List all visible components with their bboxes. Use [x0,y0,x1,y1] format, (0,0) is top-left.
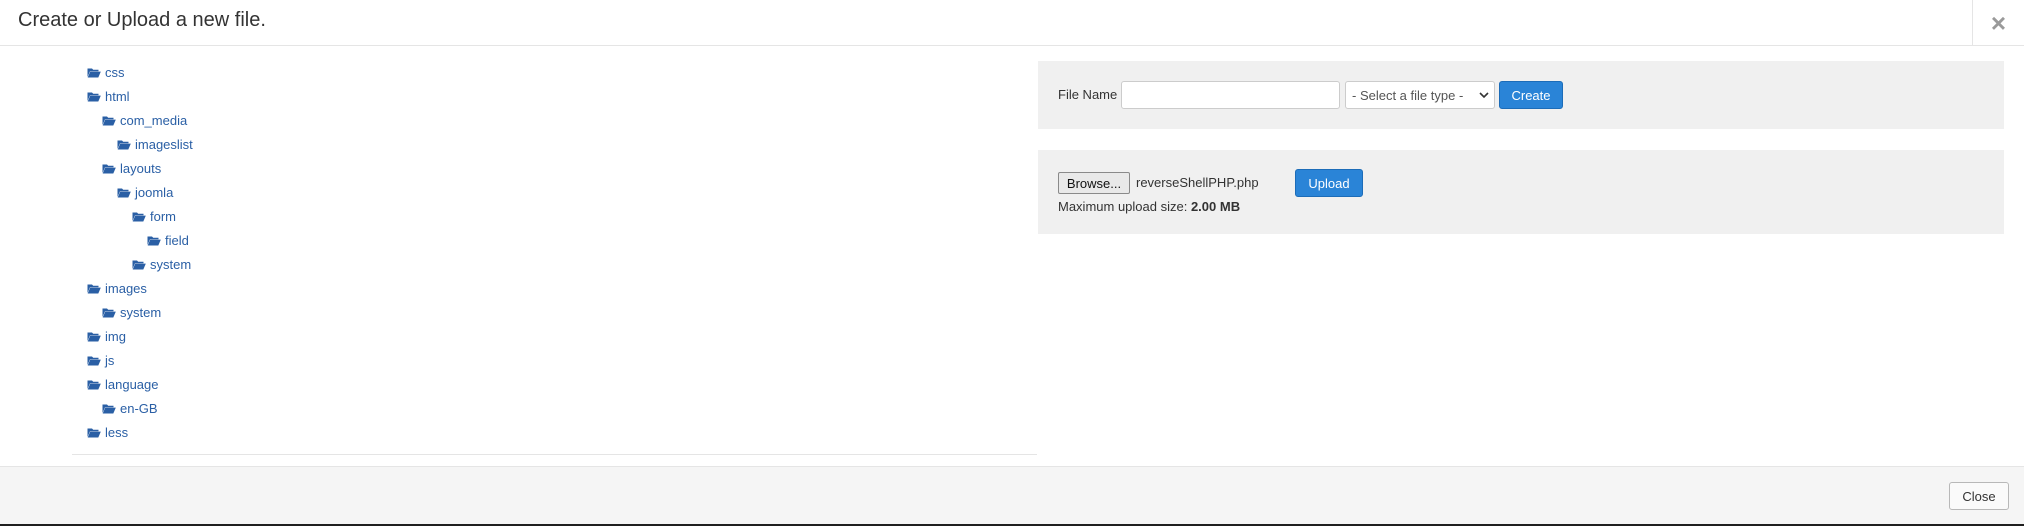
file-type-selected: - Select a file type - [1352,87,1464,103]
tree-folder-form[interactable]: form [132,206,176,226]
folder-open-icon [117,139,131,150]
tree-folder-label: html [105,88,130,104]
tree-folder-language[interactable]: language [87,374,159,394]
folder-open-icon [102,163,116,174]
tree-folder-label: imageslist [135,136,193,152]
tree-folder-label: form [150,208,176,224]
tree-folder-less[interactable]: less [87,422,128,442]
folder-open-icon [132,211,146,222]
tree-folder-label: system [120,304,162,320]
folder-open-icon [87,91,101,102]
tree-folder-js[interactable]: js [87,350,114,370]
tree-folder-label: less [105,424,129,440]
folder-open-icon [102,115,116,126]
close-x-button[interactable]: × [1972,0,2024,45]
tree-folder-label: css [105,64,125,80]
tree-folder-label: layouts [120,160,162,176]
file-type-select[interactable]: - Select a file type - [1345,81,1495,109]
folder-open-icon [87,355,101,366]
tree-folder-img[interactable]: img [87,326,126,346]
tree-folder-label: img [105,328,126,344]
upload-button[interactable]: Upload [1295,169,1363,197]
folder-tree: css html com_media imageslist layouts joomla f… [72,46,1037,455]
create-button[interactable]: Create [1499,81,1563,109]
tree-folder-label: js [105,352,115,368]
tree-folder-label: language [105,376,159,392]
folder-open-icon [87,331,101,342]
tree-folder-label: images [105,280,147,296]
tree-folder-system[interactable]: system [102,302,161,322]
tree-folder-label: system [150,256,192,272]
browse-button[interactable]: Browse... [1058,172,1130,194]
chevron-down-icon [1479,92,1489,99]
tree-folder-label: joomla [135,184,174,200]
tree-folder-label: en-GB [120,400,158,416]
tree-folder-field[interactable]: field [147,230,189,250]
close-button[interactable]: Close [1949,482,2009,510]
file-name-label: File Name [1058,87,1118,102]
upload-file-panel: Browse... reverseShellPHP.php Upload Max… [1038,150,2004,234]
tree-folder-css[interactable]: css [87,62,125,82]
file-name-input[interactable] [1121,81,1340,109]
tree-folder-html[interactable]: html [87,86,130,106]
folder-open-icon [132,259,146,270]
selected-file-name: reverseShellPHP.php [1136,175,1259,190]
folder-open-icon [87,283,101,294]
tree-folder-en-GB[interactable]: en-GB [102,398,158,418]
folder-open-icon [87,67,101,78]
max-upload-value: 2.00 MB [1190,199,1241,214]
modal-header: Create or Upload a new file. × [0,0,2024,46]
folder-open-icon [117,187,131,198]
tree-folder-label: com_media [120,112,188,128]
folder-open-icon [102,307,116,318]
modal-title: Create or Upload a new file. [18,9,266,31]
folder-open-icon [102,403,116,414]
tree-folder-system[interactable]: system [132,254,191,274]
create-file-panel: File Name - Select a file type - Create [1038,61,2004,129]
max-upload-label: Maximum upload size: 2.00 MB [1058,199,1240,214]
tree-folder-layouts[interactable]: layouts [102,158,161,178]
close-icon: × [1990,7,2007,38]
max-upload-text: Maximum upload size: [1058,199,1188,214]
modal-footer: Close [0,466,2024,524]
tree-folder-imageslist[interactable]: imageslist [117,134,193,154]
folder-open-icon [87,427,101,438]
tree-folder-com_media[interactable]: com_media [102,110,187,130]
tree-folder-label: field [165,232,189,248]
folder-open-icon [87,379,101,390]
tree-folder-images[interactable]: images [87,278,147,298]
folder-open-icon [147,235,161,246]
tree-folder-joomla[interactable]: joomla [117,182,173,202]
create-upload-modal: Create or Upload a new file. × css html co… [0,0,2024,524]
